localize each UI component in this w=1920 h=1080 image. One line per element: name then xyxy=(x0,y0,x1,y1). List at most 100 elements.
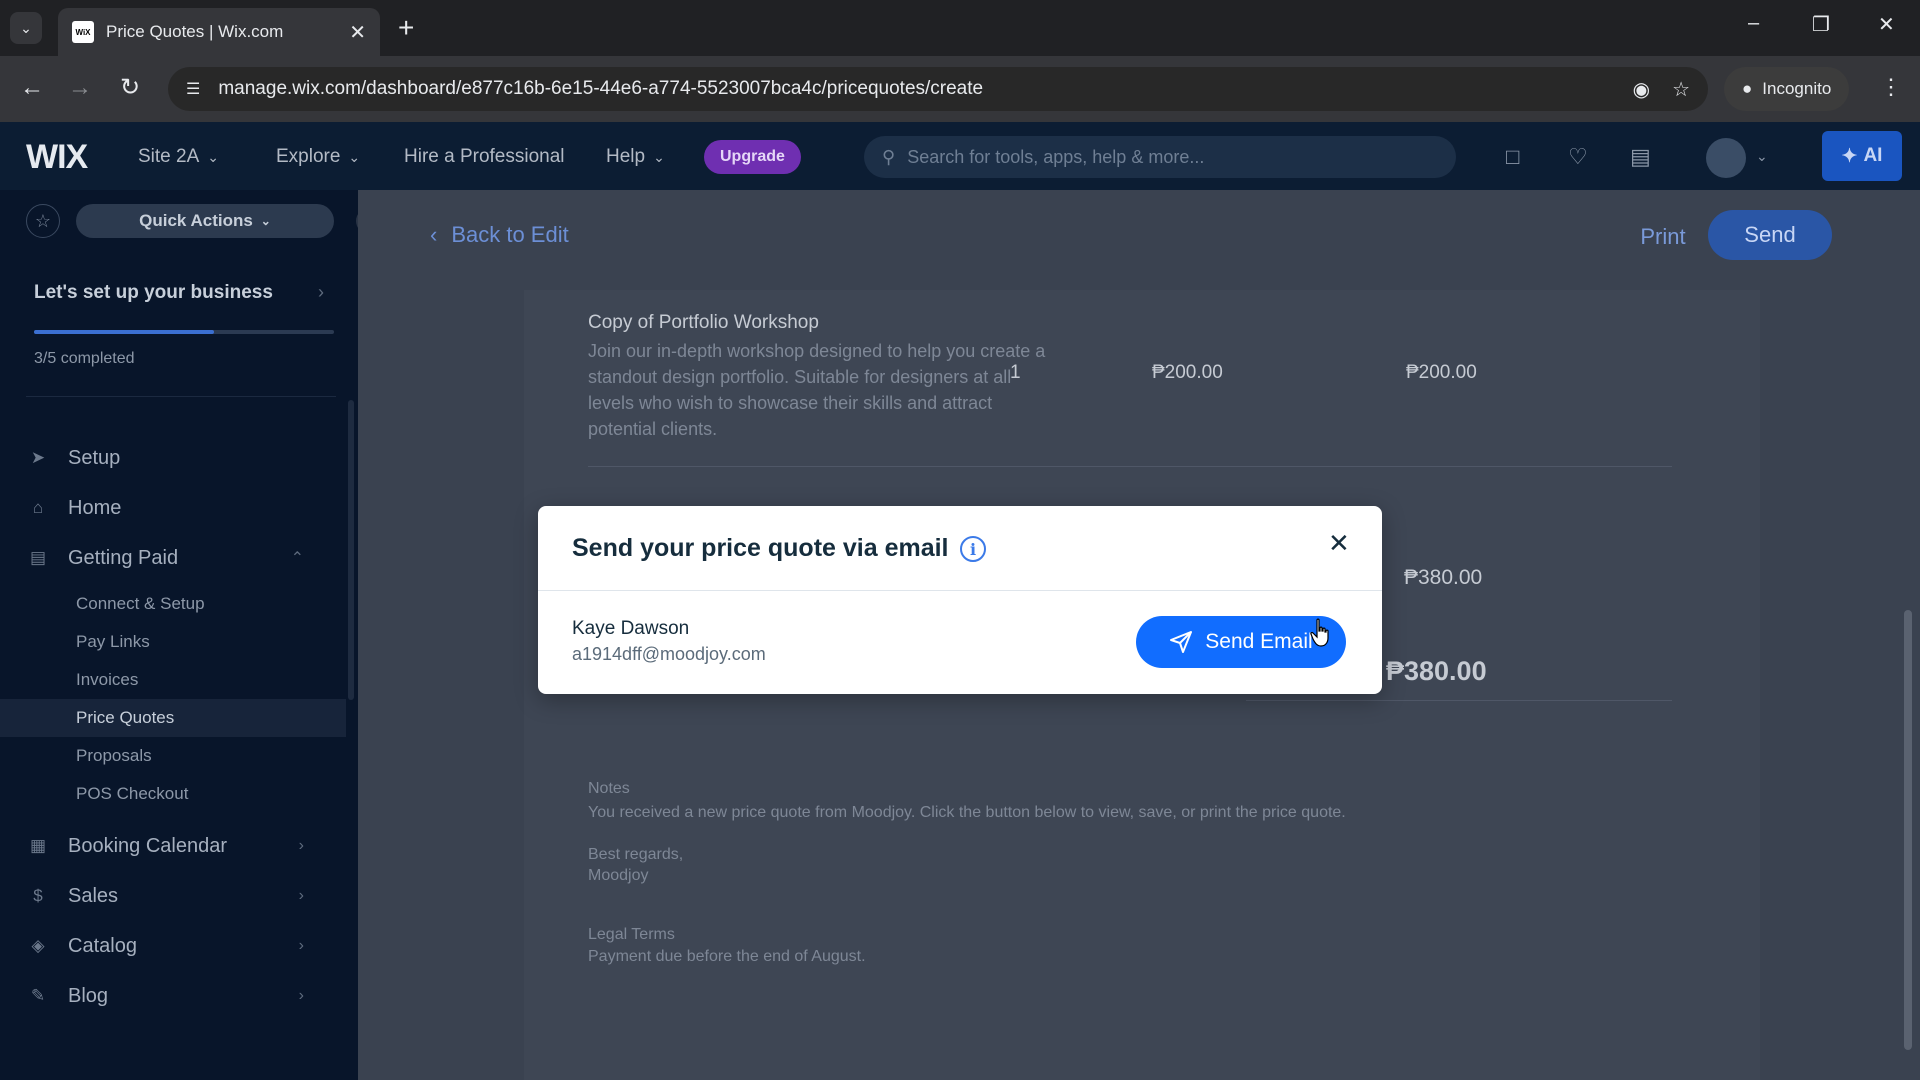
browser-tab-bar: ⌄ WiX Price Quotes | Wix.com ✕ + – ❐ ✕ xyxy=(0,0,1920,56)
setup-progress-bar xyxy=(34,330,334,334)
notes-text: You received a new price quote from Mood… xyxy=(588,804,1346,884)
window-close-icon[interactable]: ✕ xyxy=(1878,12,1895,37)
legal-terms-text: Payment due before the end of August. xyxy=(588,948,866,965)
ai-button[interactable]: ✦ AI xyxy=(1822,131,1902,181)
divider xyxy=(588,466,1672,467)
restore-icon[interactable]: ❐ xyxy=(1812,12,1830,37)
sidebar-subitem-proposals[interactable]: Proposals xyxy=(0,737,346,775)
subtotal-value: ₱380.00 xyxy=(1404,566,1483,589)
browser-menu-icon[interactable]: ⋮ xyxy=(1880,74,1902,100)
sidebar-item-booking-calendar[interactable]: ▦ Booking Calendar › xyxy=(0,826,340,866)
forward-arrow-icon[interactable]: → xyxy=(68,72,92,104)
catalog-icon: ◈ xyxy=(31,936,45,955)
sidebar-item-getting-paid[interactable]: ▤ Getting Paid ⌃ xyxy=(0,538,340,578)
sidebar-subitem-invoices[interactable]: Invoices xyxy=(0,661,346,699)
legal-terms-label: Legal Terms xyxy=(588,926,675,943)
omnibox[interactable]: ☰ manage.wix.com/dashboard/e877c16b-6e15… xyxy=(168,67,1708,111)
send-plane-icon xyxy=(1170,631,1193,653)
search-input[interactable]: ⚲ Search for tools, apps, help & more... xyxy=(864,136,1456,178)
hire-professional-link[interactable]: Hire a Professional xyxy=(404,146,565,168)
sidebar-subitem-pay-links[interactable]: Pay Links xyxy=(0,623,346,661)
invoice-icon: ▤ xyxy=(29,548,47,567)
help-menu[interactable]: Help ⌄ xyxy=(606,146,665,168)
notes-label: Notes xyxy=(588,780,630,797)
setup-progress-fill xyxy=(34,330,214,334)
chevron-up-icon: ⌃ xyxy=(290,550,304,567)
tab-close-icon[interactable]: ✕ xyxy=(349,20,366,45)
calendar-icon: ▦ xyxy=(29,836,47,855)
info-icon[interactable]: i xyxy=(960,536,986,562)
sidebar-item-home[interactable]: ⌂ Home xyxy=(0,488,340,528)
dollar-icon: $ xyxy=(33,886,43,905)
sidebar-item-blog[interactable]: ✎ Blog › xyxy=(0,976,340,1016)
chevron-right-icon[interactable]: › xyxy=(318,282,324,303)
bell-icon[interactable]: ♡ xyxy=(1568,144,1588,170)
url-text[interactable]: manage.wix.com/dashboard/e877c16b-6e15-4… xyxy=(218,78,1610,100)
line-item-total: ₱200.00 xyxy=(1406,362,1477,383)
sidebar-item-catalog[interactable]: ◈ Catalog › xyxy=(0,926,340,966)
wix-logo[interactable]: WIX xyxy=(26,138,88,177)
sidebar-item-label: Sales xyxy=(68,884,119,907)
upgrade-button[interactable]: Upgrade xyxy=(704,140,801,174)
minimize-icon[interactable]: – xyxy=(1748,12,1759,35)
explore-menu[interactable]: Explore ⌄ xyxy=(276,146,360,168)
incognito-label: Incognito xyxy=(1762,79,1832,98)
divider xyxy=(1246,700,1672,701)
chevron-right-icon: › xyxy=(298,887,304,904)
chevron-right-icon: › xyxy=(298,937,304,954)
incognito-icon: ● xyxy=(1742,79,1753,98)
modal-title: Send your price quote via email xyxy=(572,534,949,562)
back-to-edit-link[interactable]: ‹ Back to Edit xyxy=(430,222,569,248)
close-icon[interactable]: ✕ xyxy=(1328,528,1350,558)
hire-label: Hire a Professional xyxy=(404,146,565,167)
setup-title[interactable]: Let's set up your business xyxy=(34,282,273,304)
sidebar-subitem-price-quotes[interactable]: Price Quotes xyxy=(0,699,346,737)
site-selector[interactable]: Site 2A ⌄ xyxy=(138,146,219,168)
back-arrow-icon[interactable]: ← xyxy=(20,72,44,104)
ai-label: AI xyxy=(1863,145,1883,166)
chevron-down-icon: ⌄ xyxy=(653,148,665,165)
sidebar-item-sales[interactable]: $ Sales › xyxy=(0,876,340,916)
page-scrollbar[interactable] xyxy=(1904,610,1912,1050)
sidebar-scrollbar[interactable] xyxy=(348,400,354,700)
sidebar-divider xyxy=(26,396,336,397)
star-icon[interactable]: ☆ xyxy=(26,204,60,238)
eye-off-icon[interactable]: ◉ xyxy=(1633,77,1650,102)
tab-title: Price Quotes | Wix.com xyxy=(106,22,284,41)
wix-favicon-icon: WiX xyxy=(72,21,94,43)
back-to-edit-label: Back to Edit xyxy=(451,222,569,247)
sidebar-item-setup[interactable]: ➤ Setup xyxy=(0,438,340,478)
recipient-name: Kaye Dawson xyxy=(572,618,690,639)
search-icon: ⚲ xyxy=(882,146,896,167)
avatar[interactable] xyxy=(1706,138,1746,178)
grand-total-value: ₱380.00 xyxy=(1386,656,1487,686)
chevron-right-icon: › xyxy=(298,987,304,1004)
site-info-icon[interactable]: ☰ xyxy=(186,79,200,99)
browser-tab[interactable]: WiX Price Quotes | Wix.com ✕ xyxy=(58,8,380,56)
new-tab-plus-icon[interactable]: + xyxy=(398,12,414,44)
send-email-label: Send Email xyxy=(1205,630,1313,653)
sidebar-subitem-pos-checkout[interactable]: POS Checkout xyxy=(0,775,346,813)
chevron-right-icon: › xyxy=(298,837,304,854)
sparkle-icon: ✦ xyxy=(1841,145,1858,167)
line-item-qty: 1 xyxy=(1010,362,1021,383)
chevron-down-icon: ⌄ xyxy=(260,214,271,228)
chat-icon[interactable]: □ xyxy=(1506,144,1519,170)
sidebar-subitem-connect-setup[interactable]: Connect & Setup xyxy=(0,585,346,623)
line-item-description: Join our in-depth workshop designed to h… xyxy=(588,341,1046,439)
chevron-down-icon[interactable]: ⌄ xyxy=(1756,148,1768,165)
chevron-down-icon: ⌄ xyxy=(348,148,361,165)
tab-search-chevron-icon[interactable]: ⌄ xyxy=(10,12,42,44)
wix-top-bar: WIX Site 2A ⌄ Explore ⌄ Hire a Professio… xyxy=(0,122,1920,190)
news-icon[interactable]: ▤ xyxy=(1630,144,1651,170)
incognito-badge[interactable]: ● Incognito xyxy=(1724,67,1850,111)
quick-actions-button[interactable]: Quick Actions ⌄ xyxy=(76,204,334,238)
send-button[interactable]: Send xyxy=(1708,210,1832,260)
search-placeholder: Search for tools, apps, help & more... xyxy=(907,146,1205,167)
reload-icon[interactable]: ↻ xyxy=(120,72,140,104)
bookmark-star-icon[interactable]: ☆ xyxy=(1672,77,1690,102)
sidebar-item-label: Catalog xyxy=(68,934,137,957)
help-label: Help xyxy=(606,146,646,167)
print-button[interactable]: Print xyxy=(1608,212,1718,262)
site-name: Site 2A xyxy=(138,146,200,167)
